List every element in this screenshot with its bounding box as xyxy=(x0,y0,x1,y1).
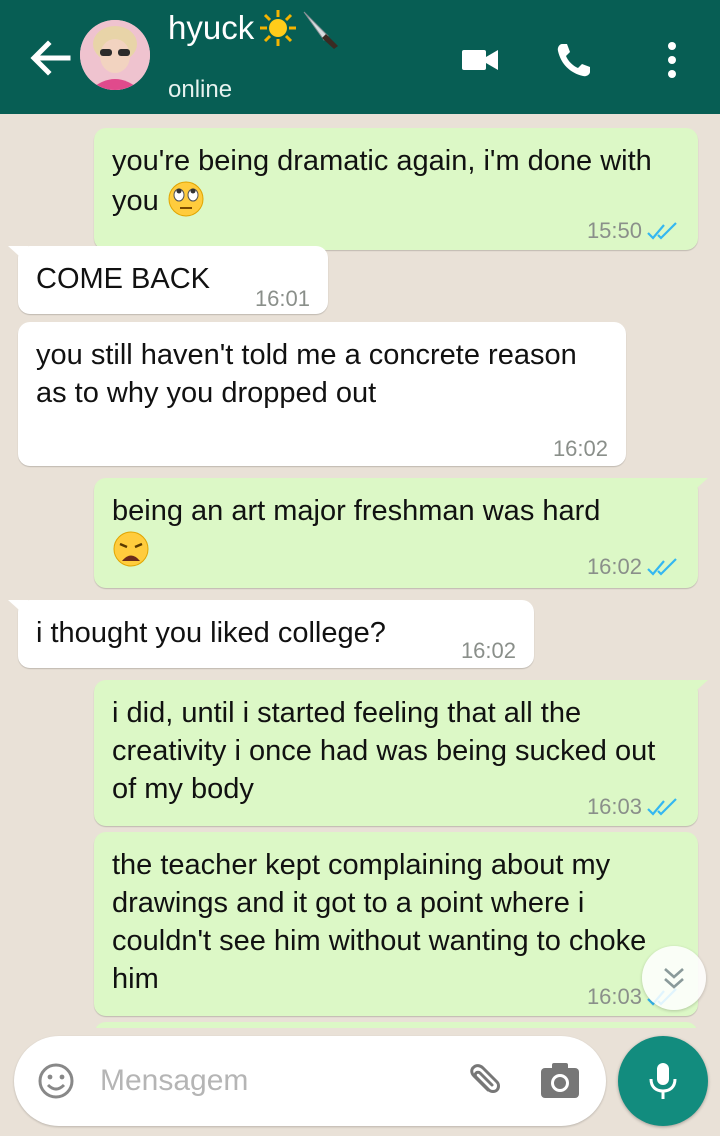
message-text: i thought you liked college? xyxy=(36,617,386,649)
voice-message-button[interactable] xyxy=(618,1036,708,1126)
message-time: 16:02 xyxy=(460,638,516,663)
message-bubble-incoming[interactable]: you still haven't told me a concrete rea… xyxy=(18,322,626,466)
read-double-check-icon xyxy=(647,798,677,816)
camera-icon[interactable] xyxy=(538,1060,582,1102)
contact-status: online xyxy=(168,76,233,103)
bubble-tail xyxy=(8,600,28,618)
bubble-tail xyxy=(8,246,28,264)
message-time: 16:03 xyxy=(586,794,642,819)
scroll-to-bottom-button[interactable] xyxy=(642,946,706,1010)
weary-face-emoji-icon xyxy=(113,531,149,567)
message-bubble-outgoing-partial[interactable] xyxy=(94,1022,698,1028)
paperclip-icon[interactable] xyxy=(460,1060,502,1102)
bubble-tail xyxy=(688,478,708,496)
message-time: 16:02 xyxy=(586,554,642,579)
sun-emoji-icon xyxy=(260,10,297,46)
message-bubble-outgoing[interactable]: the teacher kept complaining about my dr… xyxy=(94,832,698,1016)
double-chevron-down-icon xyxy=(664,968,684,989)
message-bubble-incoming[interactable]: i thought you liked college? 16:02 xyxy=(8,600,534,668)
message-text: the teacher kept complaining about my dr… xyxy=(112,849,647,995)
video-call-icon[interactable] xyxy=(458,38,502,82)
message-bubble-outgoing[interactable]: you're being dramatic again, i'm done wi… xyxy=(94,128,698,250)
microphone-icon xyxy=(649,1063,677,1099)
contact-title[interactable]: hyuck xyxy=(168,6,342,50)
message-composer xyxy=(14,1036,606,1126)
message-bubble-incoming[interactable]: COME BACK 16:01 xyxy=(8,246,328,314)
chat-header: hyuck online xyxy=(0,0,720,114)
message-time: 16:03 xyxy=(586,984,642,1009)
message-list[interactable]: you're being dramatic again, i'm done wi… xyxy=(0,114,720,1028)
bubble-tail xyxy=(688,680,708,698)
message-bubble-outgoing[interactable]: being an art major freshman was hard 16:… xyxy=(94,478,708,588)
message-bubble-outgoing[interactable]: i did, until i started feeling that all … xyxy=(94,680,708,826)
contact-avatar[interactable] xyxy=(80,20,150,90)
message-text: i did, until i started feeling that all … xyxy=(112,697,656,805)
message-input[interactable] xyxy=(100,1058,440,1104)
message-time: 15:50 xyxy=(586,218,642,243)
read-double-check-icon xyxy=(647,558,677,576)
knife-emoji-icon xyxy=(303,11,339,49)
emoji-picker-icon[interactable] xyxy=(36,1061,76,1101)
contact-name: hyuck xyxy=(168,9,255,46)
face-with-rolling-eyes-emoji-icon xyxy=(168,181,204,217)
message-time: 16:02 xyxy=(552,436,608,461)
back-arrow-icon[interactable] xyxy=(28,38,72,78)
message-text: COME BACK xyxy=(36,263,211,295)
message-text: you still haven't told me a concrete rea… xyxy=(36,339,577,409)
message-text: being an art major freshman was hard xyxy=(112,495,601,527)
read-double-check-icon xyxy=(647,222,677,240)
phone-call-icon[interactable] xyxy=(552,38,596,82)
message-time: 16:01 xyxy=(254,286,310,311)
more-options-icon[interactable] xyxy=(650,38,694,82)
